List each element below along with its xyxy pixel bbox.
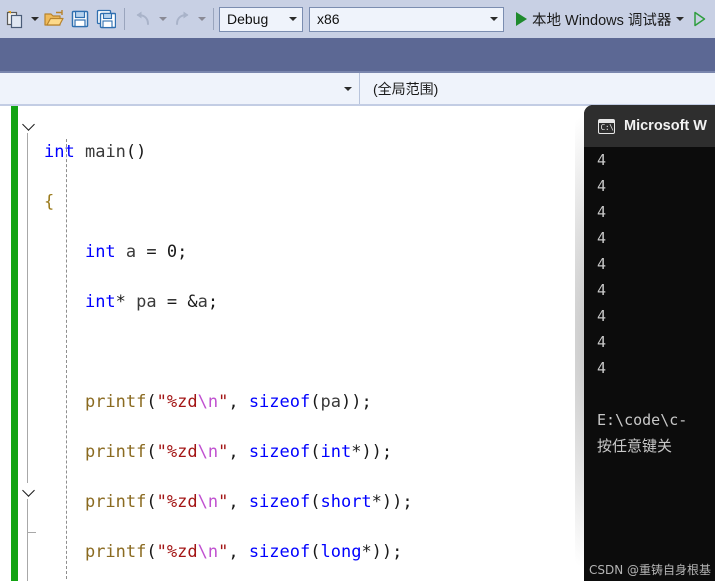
member-scope-dropdown[interactable]: (全局范围)	[360, 73, 715, 104]
open-file-button[interactable]	[41, 4, 67, 34]
console-output-line: 按任意键关	[597, 437, 673, 455]
chevron-down-icon	[289, 17, 297, 21]
solution-platform-combo[interactable]: x86	[309, 6, 504, 32]
code-line-1: int main()	[44, 142, 147, 162]
save-button[interactable]	[67, 4, 93, 34]
chevron-down-icon	[675, 17, 684, 21]
toolbar-separator-2	[213, 8, 214, 30]
save-all-button[interactable]	[93, 4, 119, 34]
code-line-8: printf("%zd\n", sizeof(short*));	[84, 492, 413, 512]
console-output: 4 4 4 4 4 4 4 4 4 E:\code\c- 按任意键关	[584, 147, 715, 581]
collapse-chevron-main[interactable]	[23, 119, 36, 132]
open-file-icon	[44, 9, 64, 26]
console-output-line: 4	[597, 177, 607, 195]
save-all-icon	[96, 9, 116, 29]
console-output-line: 4	[597, 359, 607, 377]
start-without-debugging-button[interactable]	[686, 4, 712, 34]
start-debugging-button[interactable]: 本地 Windows 调试器	[510, 4, 673, 34]
console-title: Microsoft W	[624, 118, 707, 134]
outlining-gutter	[18, 106, 44, 581]
outline-end-tick	[27, 532, 36, 533]
new-item-icon	[6, 10, 22, 28]
code-line-9: printf("%zd\n", sizeof(long*));	[84, 542, 403, 562]
redo-button[interactable]	[169, 4, 195, 34]
new-item-button[interactable]	[2, 4, 28, 34]
console-output-line: 4	[597, 307, 607, 325]
undo-icon	[136, 11, 149, 25]
member-scope-value: (全局范围)	[373, 80, 439, 97]
code-line-6: printf("%zd\n", sizeof(pa));	[84, 392, 372, 412]
console-window[interactable]: C:\ Microsoft W 4 4 4 4 4 4 4 4 4 E:\code\c- 按任意键…	[584, 105, 715, 581]
chevron-down-icon	[490, 17, 498, 21]
play-icon	[516, 12, 527, 26]
change-tracking-bar	[11, 106, 18, 581]
start-debugging-label: 本地 Windows 调试器	[532, 12, 672, 29]
outline-line-tail	[27, 533, 28, 581]
chevron-down-icon	[30, 17, 39, 21]
chevron-down-icon	[158, 17, 167, 21]
console-output-line: 4	[597, 151, 607, 169]
code-line-3: int a = 0;	[84, 242, 188, 262]
new-item-dropdown[interactable]	[28, 4, 41, 34]
redo-icon	[176, 11, 189, 25]
chevron-down-icon	[197, 17, 206, 21]
redo-dropdown[interactable]	[195, 4, 208, 34]
collapse-chevron-inner[interactable]	[23, 485, 36, 498]
main-toolbar: Debug x86 本地 Windows 调试器	[0, 0, 715, 38]
console-output-line: 4	[597, 229, 607, 247]
editor-navigation-bar: (全局范围)	[0, 73, 715, 104]
undo-dropdown[interactable]	[156, 4, 169, 34]
console-output-line: 4	[597, 333, 607, 351]
chevron-down-icon	[344, 86, 352, 91]
toolbar-separator-1	[124, 8, 125, 30]
code-line-7: printf("%zd\n", sizeof(int*));	[84, 442, 393, 462]
start-debugging-dropdown[interactable]	[673, 4, 686, 34]
console-output-line: 4	[597, 203, 607, 221]
watermark: CSDN @重铸自身根基	[588, 563, 711, 577]
outline-line-main	[27, 133, 28, 483]
console-output-line: 4	[597, 281, 607, 299]
code-line-2: {	[44, 192, 55, 212]
console-window-icon: C:\	[598, 118, 615, 134]
console-output-line: 4	[597, 255, 607, 273]
solution-configuration-combo[interactable]: Debug	[219, 6, 303, 32]
type-scope-dropdown[interactable]	[0, 73, 360, 104]
code-line-4: int* pa = &a;	[84, 292, 219, 312]
outline-line-inner	[27, 499, 28, 532]
play-outline-icon	[694, 11, 706, 27]
solution-platform-value: x86	[317, 11, 340, 27]
undo-button[interactable]	[130, 4, 156, 34]
save-icon	[71, 10, 89, 28]
console-output-line: E:\code\c-	[597, 411, 688, 429]
document-tab-band	[0, 38, 715, 71]
code-text[interactable]: int main() { int a = 0; int* pa = &a; pr…	[44, 115, 474, 581]
console-titlebar[interactable]: C:\ Microsoft W	[584, 105, 715, 147]
solution-configuration-value: Debug	[227, 11, 269, 27]
